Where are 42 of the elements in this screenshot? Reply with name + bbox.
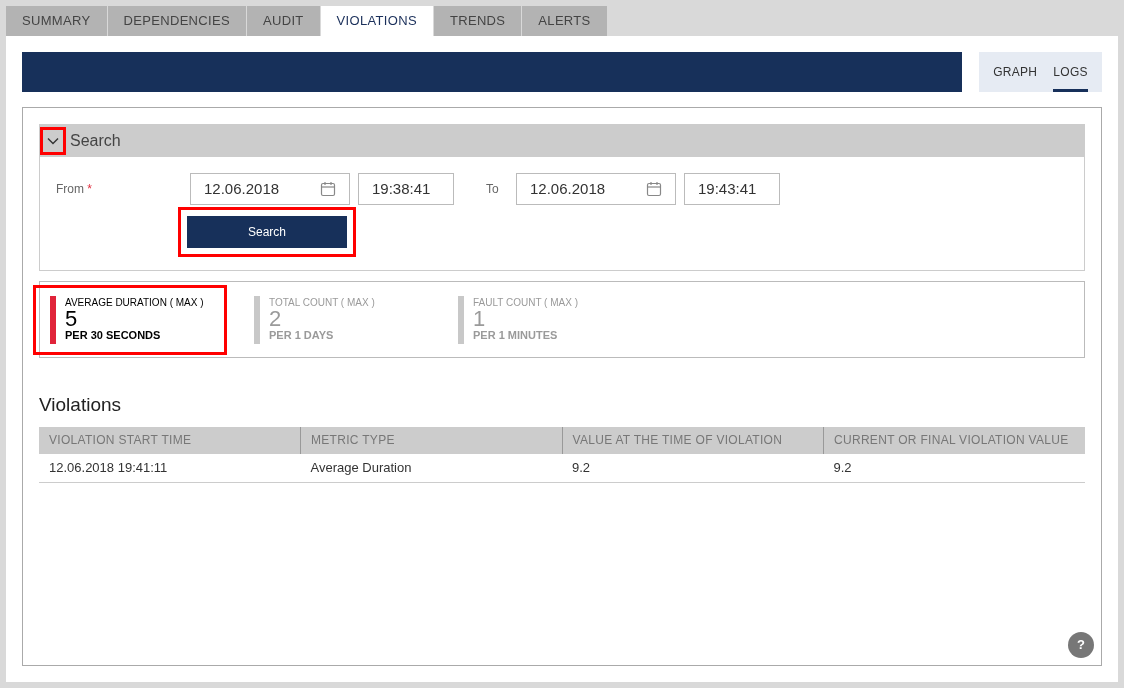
view-tab[interactable]: GRAPH [993, 52, 1038, 92]
column-header[interactable]: METRIC TYPE [300, 426, 562, 454]
metric-card[interactable]: AVERAGE DURATION ( MAX ) 5 PER 30 SECONDS [33, 284, 227, 355]
calendar-icon[interactable] [646, 181, 662, 197]
chevron-icon [47, 137, 59, 145]
tab[interactable]: DEPENDENCIES [107, 6, 246, 36]
metric-title: TOTAL COUNT ( MAX ) [269, 298, 375, 308]
to-time-field[interactable]: 19:43:41 [684, 173, 780, 205]
view-tab[interactable]: LOGS [1053, 52, 1088, 92]
from-label: From * [56, 181, 93, 198]
tab[interactable]: ALERTS [522, 6, 607, 36]
search-title: Search [70, 131, 121, 151]
table-cell: 12.06.2018 19:41:11 [39, 453, 301, 483]
to-date-field[interactable]: 12.06.2018 [516, 173, 676, 205]
table-cell: 9.2 [562, 453, 824, 483]
help-button[interactable]: ? [1068, 632, 1094, 658]
column-header[interactable]: CURRENT OR FINAL VIOLATION VALUE [823, 426, 1085, 454]
table-cell: Average Duration [300, 453, 562, 483]
tab[interactable]: SUMMARY [6, 6, 107, 36]
search-button[interactable]: Search [187, 216, 347, 248]
metric-period: PER 1 DAYS [269, 330, 335, 341]
metric-period: PER 1 MINUTES [473, 330, 559, 341]
metric-value: 2 [269, 308, 283, 330]
collapse-toggle[interactable] [40, 127, 66, 155]
tab[interactable]: TRENDS [433, 6, 522, 36]
violations-title: Violations [39, 393, 123, 417]
metric-period: PER 30 SECONDS [65, 330, 162, 341]
metric-value: 1 [473, 308, 487, 330]
table-cell: 9.2 [823, 453, 1085, 483]
from-date-field[interactable]: 12.06.2018 [190, 173, 350, 205]
metric-card[interactable]: TOTAL COUNT ( MAX ) 2 PER 1 DAYS [237, 284, 431, 355]
column-header[interactable]: VIOLATION START TIME [39, 426, 301, 454]
from-time-field[interactable]: 19:38:41 [358, 173, 454, 205]
tab[interactable]: AUDIT [247, 6, 320, 36]
metric-card[interactable]: FAULT COUNT ( MAX ) 1 PER 1 MINUTES [441, 284, 635, 355]
column-header[interactable]: VALUE AT THE TIME OF VIOLATION [562, 426, 824, 454]
calendar-icon[interactable] [320, 181, 336, 197]
metric-title: FAULT COUNT ( MAX ) [473, 298, 578, 308]
tab[interactable]: VIOLATIONS [320, 6, 433, 36]
metric-value: 5 [65, 308, 79, 330]
to-label: To [485, 181, 500, 198]
metric-title: AVERAGE DURATION ( MAX ) [65, 298, 204, 308]
